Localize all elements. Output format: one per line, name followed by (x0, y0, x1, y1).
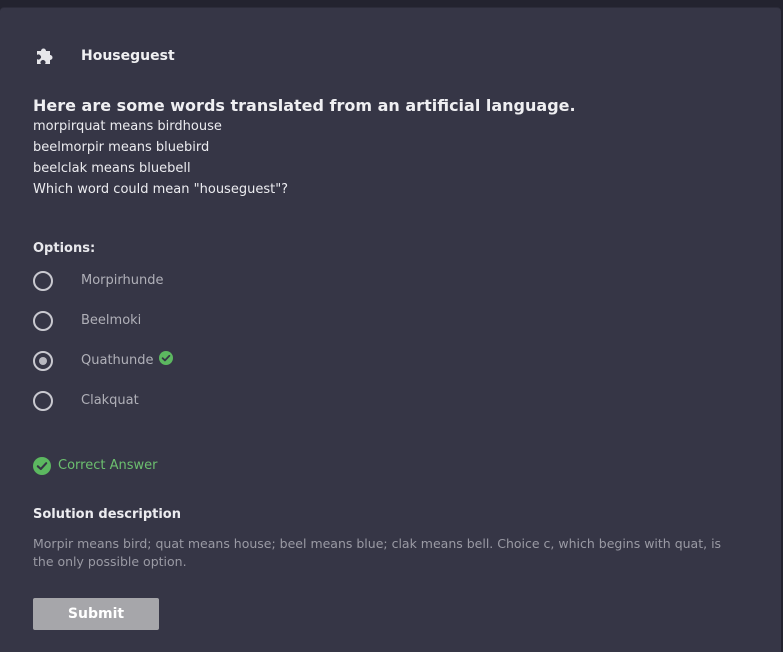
correct-answer-text: Correct Answer (58, 458, 158, 473)
header-title: Houseguest (81, 48, 175, 64)
option-morpirhunde[interactable]: Morpirhunde (33, 271, 433, 293)
option-clakquat[interactable]: Clakquat (33, 391, 433, 413)
question-line: beelclak means bluebell (33, 161, 191, 176)
option-label: Beelmoki (81, 313, 142, 328)
option-label: Clakquat (81, 393, 139, 408)
question-card: Houseguest Here are some words translate… (0, 7, 781, 652)
question-line: morpirquat means birdhouse (33, 119, 222, 134)
option-label: Morpirhunde (81, 273, 164, 288)
radio-button[interactable] (33, 311, 53, 331)
radio-button[interactable] (33, 271, 53, 291)
radio-button-selected[interactable] (33, 351, 53, 371)
question-line: beelmorpir means bluebird (33, 140, 210, 155)
option-beelmoki[interactable]: Beelmoki (33, 311, 433, 333)
card-header: Houseguest (33, 45, 175, 67)
check-circle-icon (159, 351, 173, 365)
solution-text: Morpir means bird; quat means house; bee… (33, 536, 722, 569)
question-title: Here are some words translated from an a… (33, 96, 576, 115)
radio-button[interactable] (33, 391, 53, 411)
puzzle-icon (37, 48, 53, 64)
check-circle-icon (33, 457, 51, 475)
options-label: Options: (33, 241, 96, 256)
option-label: Quathunde (81, 353, 154, 368)
question-prompt: Which word could mean "houseguest"? (33, 182, 289, 197)
submit-button[interactable]: Submit (33, 598, 159, 630)
option-quathunde[interactable]: Quathunde (33, 351, 433, 373)
solution-title: Solution description (33, 507, 181, 522)
